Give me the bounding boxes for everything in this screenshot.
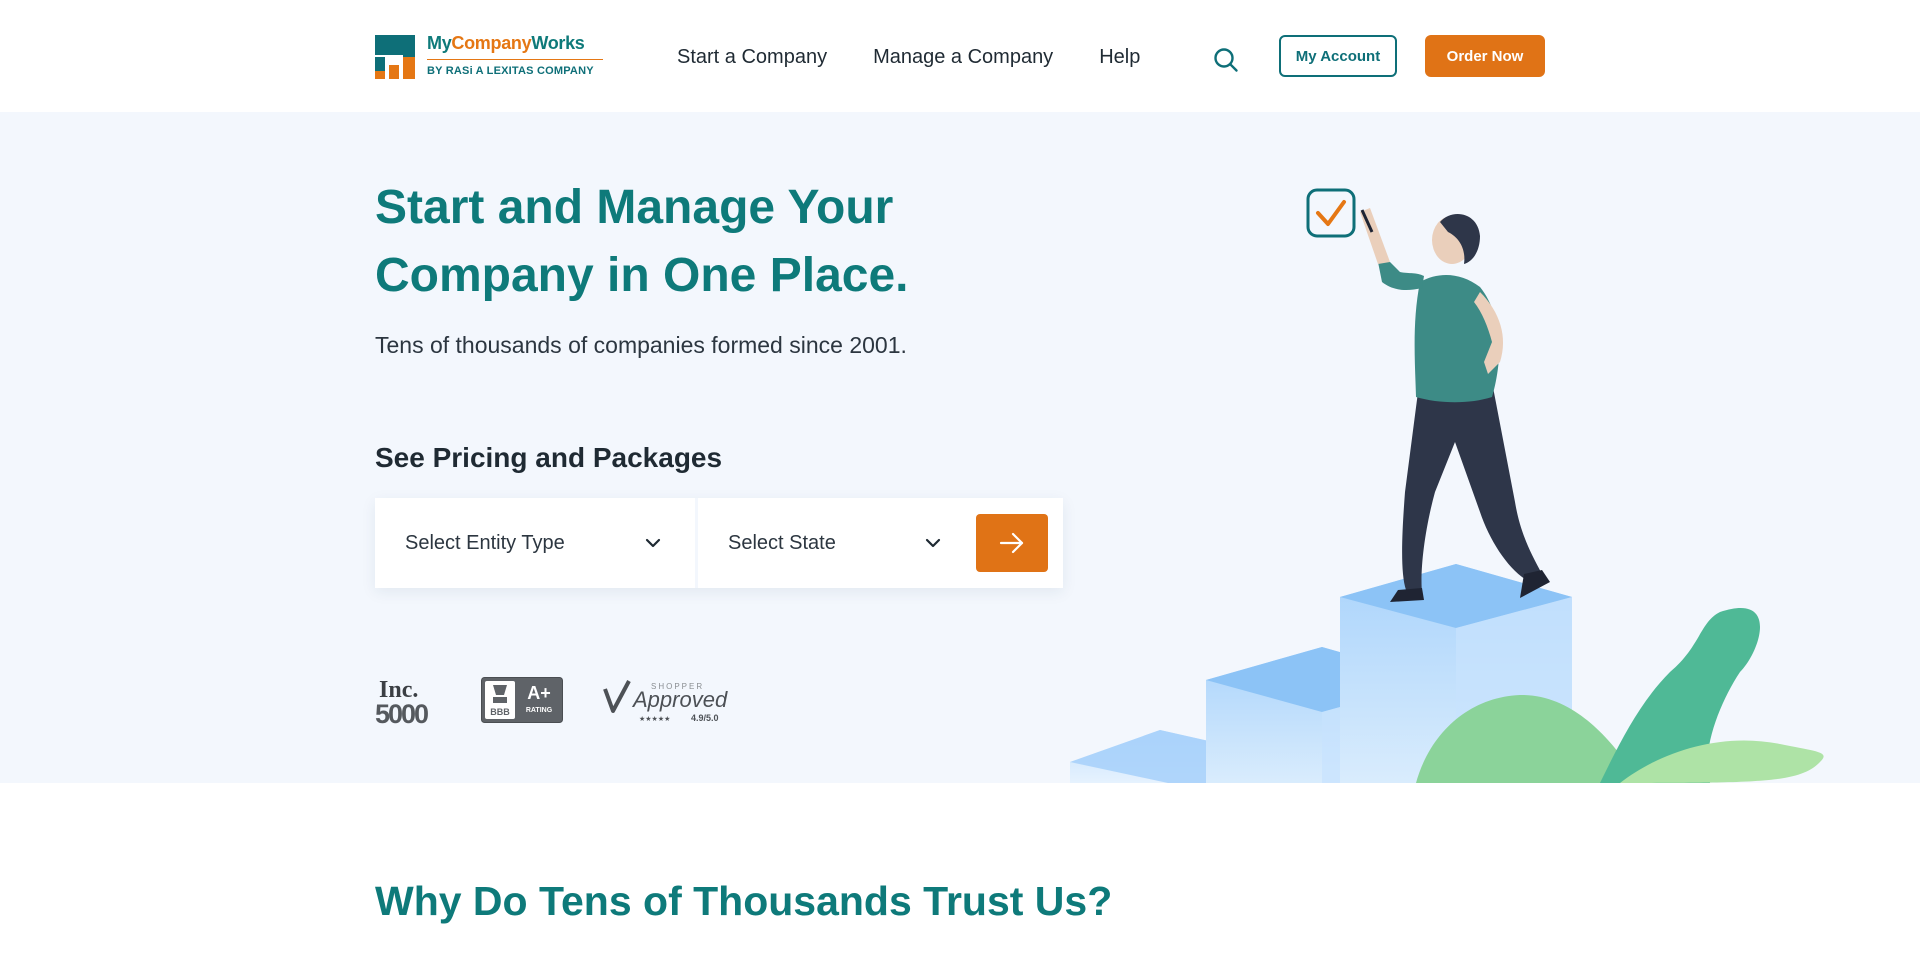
order-now-button[interactable]: Order Now	[1425, 35, 1545, 77]
bbb-rating-badge: BBB A+ RATING	[481, 677, 563, 723]
company-logo[interactable]: MyCompanyWorks BY RASi A LEXITAS COMPANY	[375, 33, 605, 83]
state-select-value: Select State	[728, 531, 836, 554]
see-pricing-submit-button[interactable]	[976, 514, 1048, 572]
bbb-caption: RATING	[526, 707, 553, 714]
pricing-heading: See Pricing and Packages	[375, 442, 723, 473]
state-select[interactable]: Select State	[698, 498, 968, 588]
inc-5000-badge: Inc. 5000	[375, 677, 430, 725]
inc-badge-bottom: 5000	[375, 699, 428, 725]
site-header: MyCompanyWorks BY RASi A LEXITAS COMPANY…	[0, 0, 1920, 112]
nav-start-company[interactable]: Start a Company	[677, 46, 827, 69]
bbb-grade: A+	[527, 683, 551, 703]
logo-divider	[427, 59, 603, 60]
hero-section: Start and Manage Your Company in One Pla…	[0, 112, 1920, 783]
hero-title-line1: Start and Manage Your	[375, 181, 894, 234]
my-account-button[interactable]: My Account	[1279, 35, 1397, 77]
entity-type-select-value: Select Entity Type	[405, 531, 565, 554]
nav-manage-company[interactable]: Manage a Company	[873, 46, 1053, 69]
nav-help[interactable]: Help	[1099, 46, 1140, 69]
hero-illustration	[1070, 188, 1824, 783]
hero-title-line2: Company in One Place.	[375, 249, 909, 302]
bbb-logo-text: BBB	[490, 707, 510, 717]
chevron-down-icon	[925, 538, 941, 548]
chevron-down-icon	[645, 538, 661, 548]
bbb-badge: BBB A+ RATING	[481, 677, 563, 723]
arrow-right-icon	[999, 532, 1024, 554]
why-trust-heading: Why Do Tens of Thousands Trust Us?	[375, 878, 1113, 924]
hero-title: Start and Manage Your Company in One Pla…	[375, 174, 1015, 310]
main-nav: Start a Company Manage a Company Help	[677, 46, 1186, 69]
logo-tagline: BY RASi A LEXITAS COMPANY	[427, 65, 594, 77]
logo-wordmark: MyCompanyWorks	[427, 33, 585, 53]
logo-mark-icon	[375, 35, 415, 79]
shopper-approved-rating: 4.9/5.0	[691, 713, 719, 723]
svg-text:★★★★★: ★★★★★	[639, 715, 670, 723]
entity-type-select[interactable]: Select Entity Type	[375, 498, 695, 588]
search-icon[interactable]	[1213, 47, 1239, 73]
shopper-approved-badge: SHOPPER Approved ★★★★★ 4.9/5.0	[603, 680, 728, 723]
pricing-picker: Select Entity Type Select State	[375, 498, 1063, 588]
shopper-approved-main: Approved	[631, 687, 728, 712]
hero-subtitle: Tens of thousands of companies formed si…	[375, 332, 907, 358]
